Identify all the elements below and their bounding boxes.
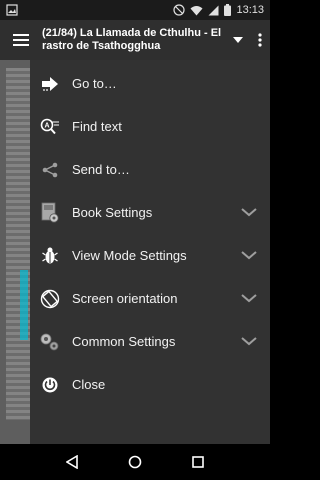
menu-item-find-text[interactable]: A Find text <box>30 105 270 148</box>
hamburger-icon[interactable] <box>0 20 42 60</box>
menu-item-label: Close <box>72 377 106 392</box>
recents-icon[interactable] <box>186 450 210 474</box>
chevron-down-icon <box>241 294 257 303</box>
chevron-down-icon <box>241 208 257 217</box>
arrow-right-icon <box>30 62 66 105</box>
chevron-down-icon[interactable] <box>226 20 250 60</box>
svg-text:A: A <box>45 122 50 129</box>
rotation-icon <box>30 277 66 320</box>
gears-icon <box>30 320 66 363</box>
status-bar: 13:13 <box>0 0 270 20</box>
menu-item-label: Find text <box>72 119 122 134</box>
power-icon <box>30 363 66 406</box>
chevron-down-icon <box>241 337 257 346</box>
menu-item-view-mode-settings[interactable]: View Mode Settings <box>30 234 270 277</box>
share-icon <box>30 148 66 191</box>
wifi-icon <box>190 5 203 16</box>
menu-item-label: Send to… <box>72 162 130 177</box>
menu-item-screen-orientation[interactable]: Screen orientation <box>30 277 270 320</box>
menu-item-label: Common Settings <box>72 334 176 349</box>
menu-item-send-to[interactable]: Send to… <box>30 148 270 191</box>
chevron-down-icon <box>241 251 257 260</box>
menu-item-go-to[interactable]: Go to… <box>30 62 270 105</box>
menu-item-label: Go to… <box>72 76 117 91</box>
menu-item-label: Screen orientation <box>72 291 178 306</box>
signal-icon <box>208 5 219 16</box>
document-accent <box>20 270 28 340</box>
search-text-icon: A <box>30 105 66 148</box>
navigation-bar <box>0 444 270 480</box>
app-bar: (21/84) La Llamada de Cthulhu - El rastr… <box>0 20 270 60</box>
home-icon[interactable] <box>123 450 147 474</box>
notification-image-icon <box>6 4 18 16</box>
battery-icon <box>224 4 232 16</box>
menu-item-close[interactable]: Close <box>30 363 270 406</box>
dnd-icon <box>173 4 186 16</box>
more-vert-icon[interactable] <box>250 20 270 60</box>
back-icon[interactable] <box>60 450 84 474</box>
clock: 13:13 <box>236 4 264 16</box>
menu-item-book-settings[interactable]: Book Settings <box>30 191 270 234</box>
book-title[interactable]: (21/84) La Llamada de Cthulhu - El rastr… <box>42 27 226 53</box>
menu-item-common-settings[interactable]: Common Settings <box>30 320 270 363</box>
book-settings-icon <box>30 191 66 234</box>
bug-icon <box>30 234 66 277</box>
menu-item-label: Book Settings <box>72 205 153 220</box>
menu-item-label: View Mode Settings <box>72 248 187 263</box>
reader-menu: Go to… A Find text Send to… Book Setting… <box>30 60 270 444</box>
